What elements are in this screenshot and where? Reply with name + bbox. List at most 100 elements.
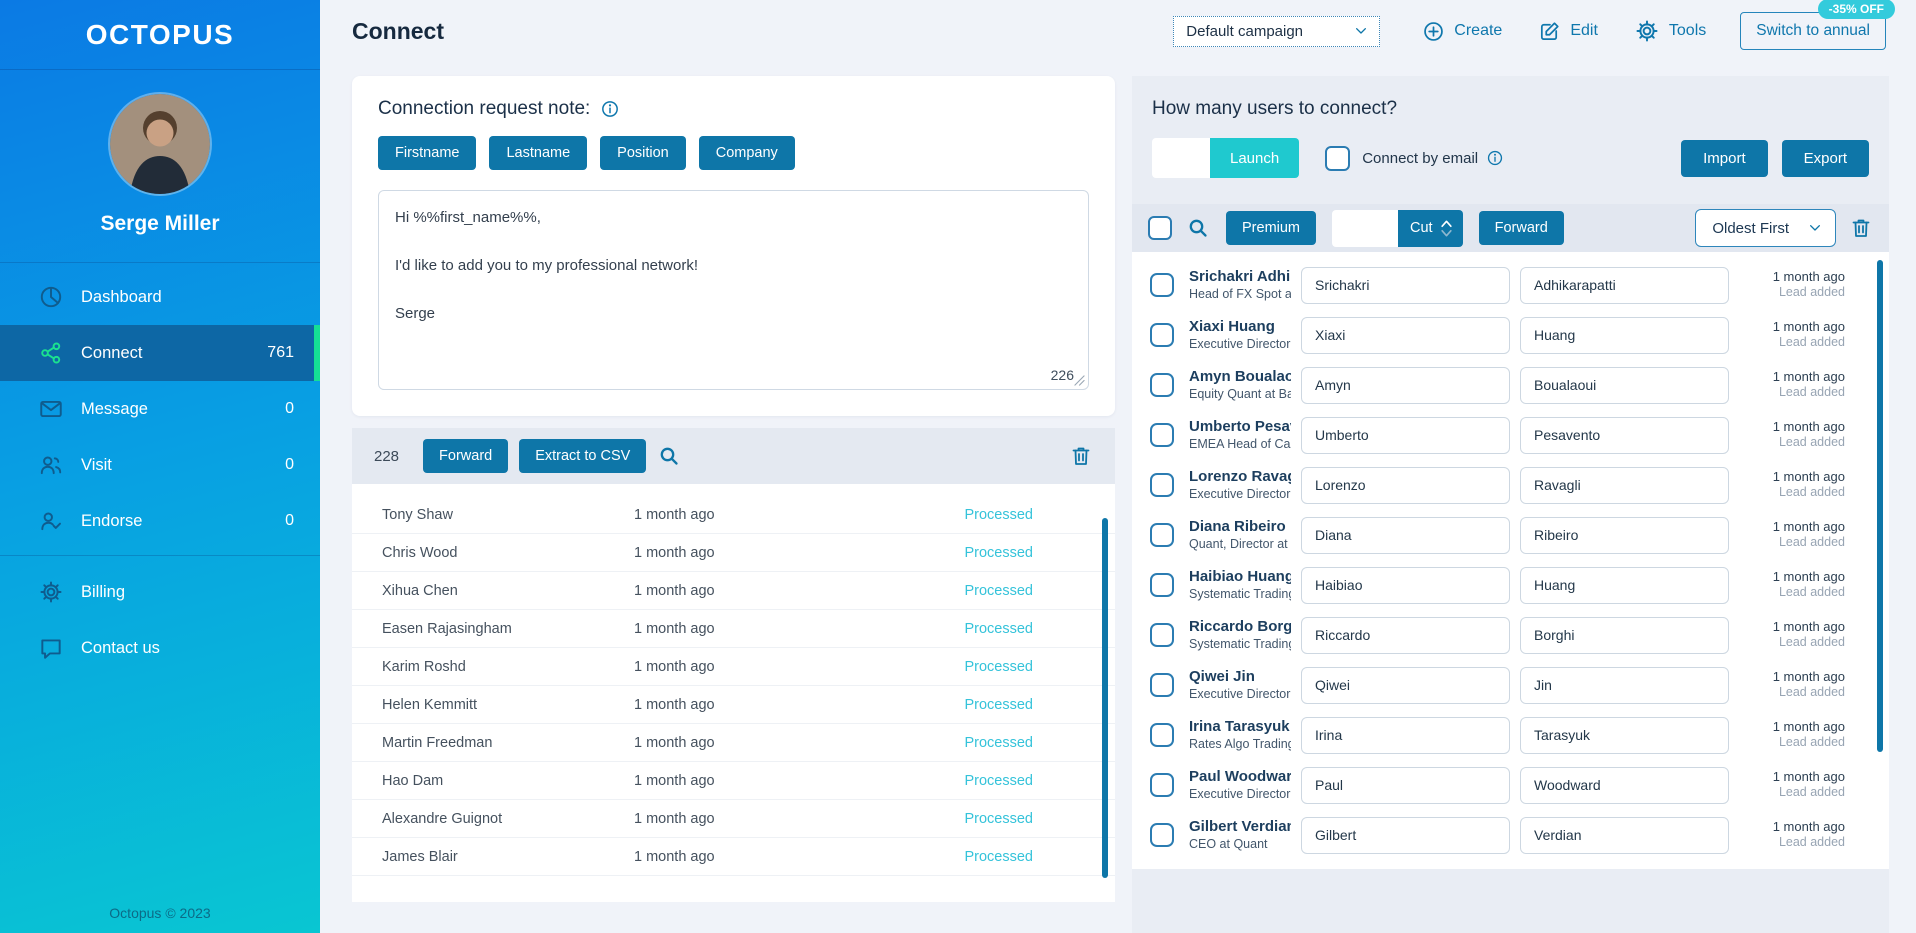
export-button[interactable]: Export [1781, 139, 1869, 177]
lead-name: Haibiao Huang [1189, 567, 1291, 585]
sidebar-item-billing[interactable]: Billing [0, 564, 320, 620]
lead-identity: Xiaxi Huang Executive Director at Morgan… [1189, 318, 1301, 353]
tools-button[interactable]: Tools [1634, 18, 1706, 44]
lastname-token-button[interactable]: Lastname [489, 136, 588, 170]
lastname-field[interactable] [1520, 566, 1729, 604]
lead-checkbox[interactable] [1150, 423, 1174, 447]
lastname-field[interactable] [1520, 466, 1729, 504]
connect-by-email-checkbox[interactable] [1325, 145, 1351, 171]
scrollbar[interactable] [1877, 260, 1883, 752]
info-icon[interactable] [600, 99, 620, 119]
create-button[interactable]: Create [1422, 20, 1502, 43]
extract-to-csv-button[interactable]: Extract to CSV [519, 439, 647, 473]
firstname-field[interactable] [1301, 766, 1510, 804]
lastname-field[interactable] [1520, 766, 1729, 804]
firstname-token-button[interactable]: Firstname [378, 136, 477, 170]
lastname-field[interactable] [1520, 816, 1729, 854]
trash-icon[interactable] [1069, 444, 1093, 468]
lead-checkbox[interactable] [1150, 673, 1174, 697]
search-icon[interactable] [1186, 216, 1210, 240]
firstname-field[interactable] [1301, 816, 1510, 854]
lead-row: Xiaxi Huang Executive Director at Morgan… [1132, 310, 1889, 360]
campaign-select[interactable]: Default campaign [1173, 15, 1381, 47]
lead-checkbox[interactable] [1150, 723, 1174, 747]
sidebar-item-visit[interactable]: Visit 0 [0, 437, 320, 493]
sidebar-item-dashboard[interactable]: Dashboard [0, 269, 320, 325]
launch-button[interactable]: Launch [1210, 138, 1300, 178]
trash-icon[interactable] [1849, 216, 1873, 240]
lastname-field[interactable] [1520, 616, 1729, 654]
lead-identity: Qiwei Jin Executive Director at UBS [1189, 668, 1301, 703]
lastname-field[interactable] [1520, 666, 1729, 704]
status-badge: Processed [964, 658, 1033, 675]
lead-row: Lorenzo Ravagli Executive Director - Qua… [1132, 460, 1889, 510]
sidebar-item-endorse[interactable]: Endorse 0 [0, 493, 320, 549]
lastname-field[interactable] [1520, 716, 1729, 754]
firstname-field[interactable] [1301, 316, 1510, 354]
firstname-field[interactable] [1301, 466, 1510, 504]
firstname-field[interactable] [1301, 716, 1510, 754]
firstname-field[interactable] [1301, 266, 1510, 304]
lead-checkbox[interactable] [1150, 373, 1174, 397]
sort-select[interactable]: Oldest First [1695, 209, 1836, 247]
lead-identity: Paul Woodward Executive Director at Morg… [1189, 768, 1301, 803]
leads-toolbar: Premium Cut Forward Oldest First [1132, 204, 1889, 252]
firstname-field[interactable] [1301, 616, 1510, 654]
lead-time: 1 month ago [1772, 369, 1845, 385]
lead-checkbox[interactable] [1150, 523, 1174, 547]
lastname-field[interactable] [1520, 416, 1729, 454]
lead-identity: Umberto Pesavento EMEA Head of Cash Equi… [1189, 418, 1301, 453]
lead-identity: Lorenzo Ravagli Executive Director - Qua… [1189, 468, 1301, 503]
contact-name: Tony Shaw [382, 506, 453, 523]
info-icon[interactable] [1486, 149, 1504, 167]
processed-row: Alexandre Guignot 1 month ago Processed [352, 800, 1115, 838]
resize-handle-icon[interactable] [1074, 375, 1085, 386]
lead-meta: 1 month ago Lead added [1743, 369, 1845, 401]
lead-checkbox[interactable] [1150, 473, 1174, 497]
lead-checkbox[interactable] [1150, 573, 1174, 597]
sidebar-item-contact-us[interactable]: Contact us [0, 620, 320, 676]
note-textarea[interactable]: Hi %%first_name%%, I'd like to add you t… [379, 191, 1088, 389]
firstname-field[interactable] [1301, 566, 1510, 604]
sidebar-item-message[interactable]: Message 0 [0, 381, 320, 437]
forward-button[interactable]: Forward [1478, 211, 1564, 245]
edit-button[interactable]: Edit [1538, 20, 1598, 43]
top-controls: Default campaign Create Edit Tools Switc… [1173, 0, 1895, 50]
lead-meta: 1 month ago Lead added [1743, 819, 1845, 851]
page-title: Connect [352, 17, 444, 44]
lastname-field[interactable] [1520, 316, 1729, 354]
cut-button[interactable]: Cut [1398, 209, 1463, 247]
chevron-down-icon[interactable] [1440, 229, 1453, 238]
scrollbar[interactable] [1102, 518, 1108, 878]
users-count-input[interactable] [1152, 138, 1210, 178]
lead-checkbox[interactable] [1150, 273, 1174, 297]
firstname-field[interactable] [1301, 666, 1510, 704]
lead-checkbox[interactable] [1150, 823, 1174, 847]
lastname-field[interactable] [1520, 516, 1729, 554]
search-icon[interactable] [657, 444, 681, 468]
position-token-button[interactable]: Position [600, 136, 686, 170]
chevron-up-icon[interactable] [1440, 219, 1453, 228]
lead-row: Srichakri Adhikarapatti Head of FX Spot … [1132, 260, 1889, 310]
sidebar-divider [0, 555, 320, 564]
import-button[interactable]: Import [1681, 139, 1768, 177]
contact-name: Easen Rajasingham [382, 620, 512, 637]
lead-checkbox[interactable] [1150, 623, 1174, 647]
lead-checkbox[interactable] [1150, 323, 1174, 347]
premium-button[interactable]: Premium [1226, 211, 1317, 245]
firstname-field[interactable] [1301, 516, 1510, 554]
contact-time: 1 month ago [634, 772, 715, 789]
lead-checkbox[interactable] [1150, 773, 1174, 797]
cut-count-input[interactable] [1332, 209, 1399, 247]
lastname-field[interactable] [1520, 366, 1729, 404]
lead-name: Lorenzo Ravagli [1189, 467, 1291, 485]
lead-time: 1 month ago [1772, 269, 1845, 285]
firstname-field[interactable] [1301, 416, 1510, 454]
forward-button[interactable]: Forward [423, 439, 509, 473]
sidebar-item-connect[interactable]: Connect 761 [0, 325, 320, 381]
firstname-field[interactable] [1301, 366, 1510, 404]
company-token-button[interactable]: Company [698, 136, 795, 170]
lead-subtitle: Executive Director at UBS [1189, 687, 1291, 702]
lastname-field[interactable] [1520, 266, 1729, 304]
select-all-checkbox[interactable] [1148, 216, 1172, 240]
